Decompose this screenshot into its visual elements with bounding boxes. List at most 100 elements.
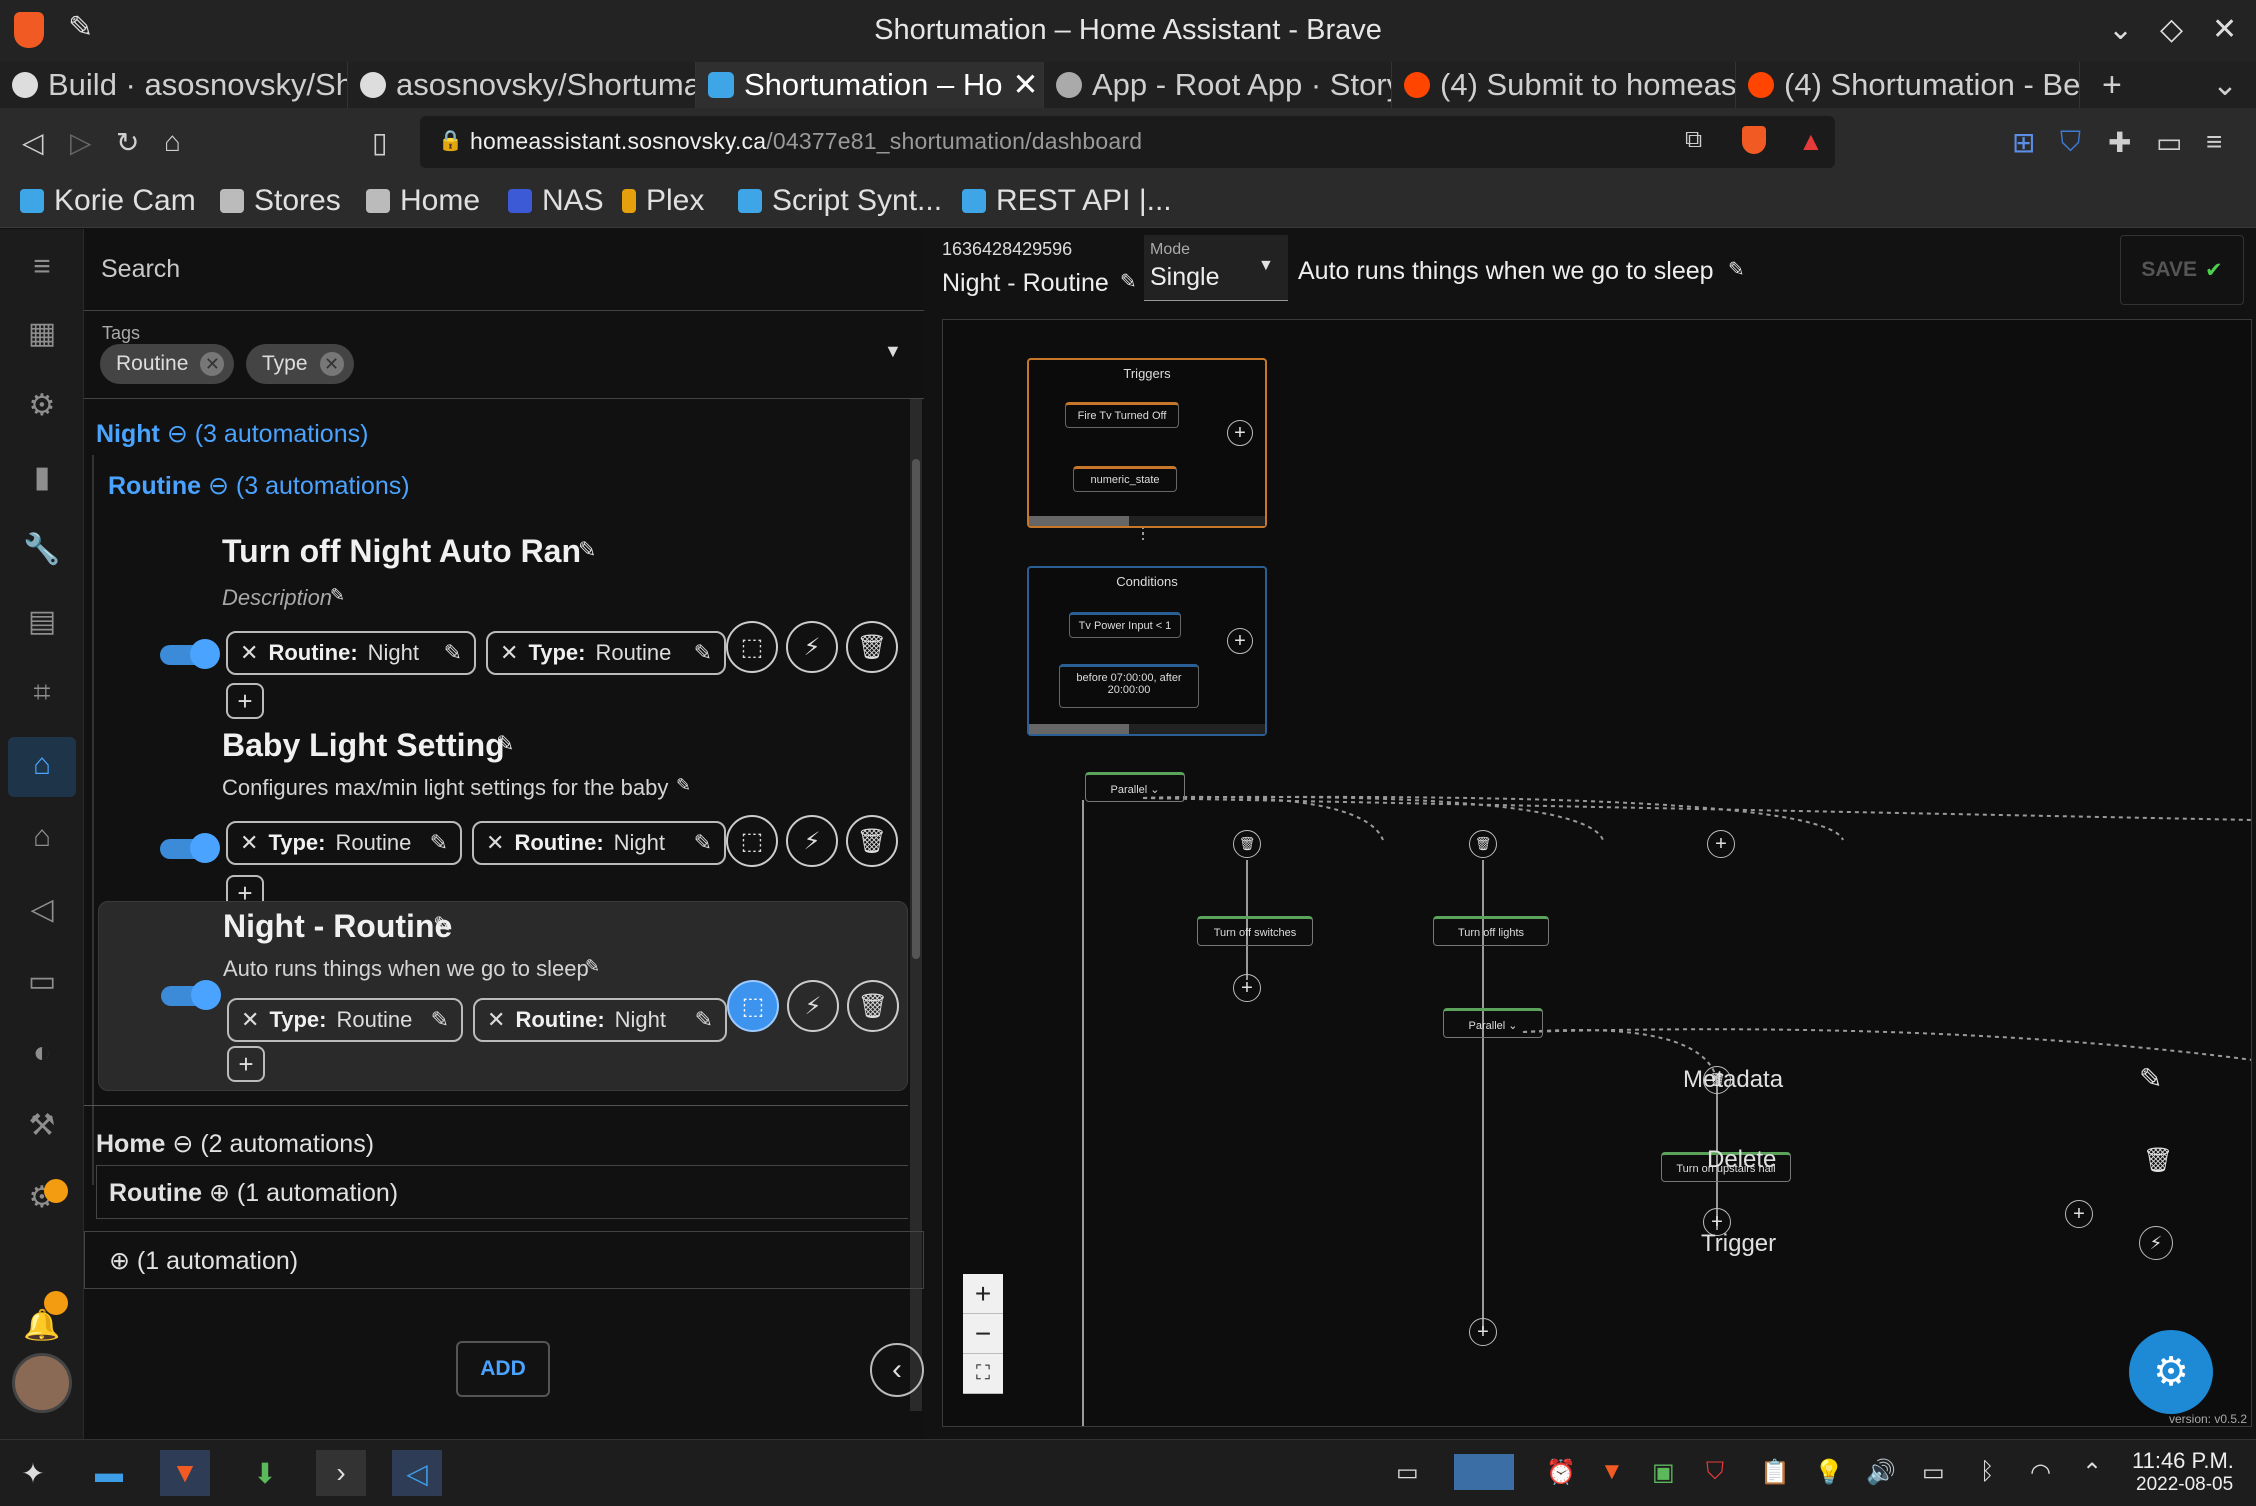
automation-card-selected[interactable]: Night - Routine ✎ Auto runs things when … (98, 901, 908, 1091)
trigger-node[interactable]: Fire Tv Turned Off (1065, 402, 1179, 428)
config-gear-icon[interactable]: ⚙ (22, 385, 62, 425)
collapse-panel-button[interactable]: ‹ (870, 1343, 924, 1397)
minimize-icon[interactable]: ⌄ (2108, 12, 2133, 47)
pencil-icon[interactable]: ✎ (2139, 1062, 2162, 1095)
bookmark-icon[interactable]: ▯ (372, 126, 387, 159)
zoom-out-button[interactable]: − (963, 1314, 1003, 1354)
bookmark-rest-api[interactable]: REST API |... (962, 184, 1172, 218)
vscode-icon[interactable]: ◁ (22, 889, 62, 929)
edit-tag-icon[interactable]: ✎ (431, 1007, 449, 1033)
home-icon[interactable]: ⌂ (164, 126, 181, 158)
show-desktop-icon[interactable]: ▭ (1396, 1458, 1419, 1487)
add-action-icon[interactable]: + (1233, 974, 1261, 1002)
remove-tag-icon[interactable]: ✕ (487, 1007, 505, 1033)
enable-toggle[interactable] (160, 833, 220, 863)
remove-tag-icon[interactable]: ✕ (486, 830, 504, 856)
delete-branch-icon[interactable]: 🗑 (1233, 830, 1261, 858)
volume-icon[interactable]: 🔊 (1866, 1458, 1896, 1487)
remove-chip-icon[interactable]: ✕ (319, 352, 344, 376)
tag-chip-type[interactable]: Type ✕ (246, 344, 354, 384)
back-icon[interactable]: ◁ (22, 126, 44, 159)
group-other-box[interactable]: ⊕ (1 automation) (84, 1231, 924, 1289)
menu-delete[interactable]: Delete (1707, 1146, 1776, 1174)
tab-storybook[interactable]: App - Root App · Story (1044, 62, 1392, 108)
group-home[interactable]: Home ⊖ (2 automations) (96, 1129, 374, 1159)
edit-description-icon[interactable]: ✎ (585, 956, 600, 977)
parallel-node[interactable]: Parallel ⌄ (1085, 772, 1185, 802)
settings-fab[interactable]: ⚙ (2129, 1330, 2213, 1414)
menu-icon[interactable]: ≡ (2206, 126, 2222, 158)
collapse-icon[interactable]: ⊖ (172, 1130, 193, 1158)
tab-reddit-submit[interactable]: (4) Submit to homeas (1392, 62, 1736, 108)
delete-branch-icon[interactable]: 🗑 (1469, 830, 1497, 858)
translate-icon[interactable]: ⊞ (2012, 126, 2035, 159)
launcher-icon[interactable]: ✦ (8, 1450, 58, 1496)
select-automation-button[interactable]: ⬚ (726, 815, 778, 867)
remove-tag-icon[interactable]: ✕ (240, 830, 258, 856)
delete-automation-button[interactable]: 🗑 (846, 815, 898, 867)
select-automation-button[interactable]: ⬚ (727, 980, 779, 1032)
tag-pill[interactable]: ✕ Routine: Night ✎ (226, 631, 476, 675)
developer-tools-icon[interactable]: ⚒ (22, 1105, 62, 1145)
action-node[interactable]: Turn off switches (1197, 916, 1313, 946)
mode-select[interactable]: Mode Single ▼ (1144, 235, 1288, 301)
remove-tag-icon[interactable]: ✕ (500, 640, 518, 666)
extensions-icon[interactable]: ✚ (2108, 126, 2131, 159)
brave-rewards-icon[interactable]: ▲ (1798, 126, 1824, 157)
edit-tag-icon[interactable]: ✎ (430, 830, 448, 856)
delete-automation-button[interactable]: 🗑 (847, 980, 899, 1032)
discord-icon[interactable]: ▣ (1652, 1458, 1675, 1487)
file-manager-icon[interactable]: ▬ (84, 1450, 134, 1496)
expand-icon[interactable]: ⊕ (209, 1179, 230, 1207)
edit-tag-icon[interactable]: ✎ (444, 640, 462, 666)
terminal-taskbar-icon[interactable]: › (316, 1450, 366, 1496)
alarm-icon[interactable]: ⏰ (1546, 1458, 1576, 1487)
expand-icon[interactable]: ⊕ (109, 1247, 130, 1275)
search-field[interactable]: Search (84, 229, 924, 311)
url-bar[interactable]: 🔒 homeassistant.sosnovsky.ca/04377e81_sh… (420, 116, 1835, 168)
bookmark-plex[interactable]: Plex (622, 184, 704, 218)
edit-description-icon[interactable]: ✎ (1728, 257, 1745, 282)
tab-shortumation-ha[interactable]: Shortumation – Ho ✕ (696, 62, 1044, 108)
home-icon[interactable]: ⌂ (22, 817, 62, 857)
add-action-icon[interactable]: + (1469, 1318, 1497, 1346)
menu-metadata[interactable]: Metadata (1683, 1066, 1783, 1094)
network-icon[interactable]: ⌗ (22, 673, 62, 713)
add-trigger-icon[interactable]: + (1227, 420, 1253, 446)
close-window-icon[interactable]: ✕ (2212, 12, 2237, 47)
close-tab-icon[interactable]: ✕ (1012, 67, 1038, 103)
group-other[interactable]: ⊕ (1 automation) (109, 1246, 298, 1276)
overview-icon[interactable]: ▦ (22, 313, 62, 353)
group-home-routine-box[interactable]: Routine ⊕ (1 automation) (96, 1165, 908, 1219)
new-tab-button[interactable]: + (2090, 62, 2140, 108)
tag-pill[interactable]: ✕ Routine: Night ✎ (472, 821, 726, 865)
tab-shortumation-github[interactable]: asosnovsky/Shortuma (348, 62, 696, 108)
reload-icon[interactable]: ↻ (116, 126, 139, 159)
delete-automation-button[interactable]: 🗑 (846, 621, 898, 673)
bluetooth-icon[interactable]: ᛒ (1980, 1458, 1994, 1486)
brave-shields-icon[interactable] (1742, 126, 1766, 154)
add-tag-button[interactable]: + (227, 1046, 265, 1082)
tab-reddit-shortumation[interactable]: (4) Shortumation - Be (1736, 62, 2080, 108)
clock-date[interactable]: 2022-08-05 (2136, 1474, 2233, 1496)
download-icon[interactable]: ⬇ (240, 1450, 290, 1496)
tag-pill[interactable]: ✕ Routine: Night ✎ (473, 998, 727, 1042)
clock-time[interactable]: 11:46 P.M. (2132, 1448, 2234, 1474)
remove-tag-icon[interactable]: ✕ (241, 1007, 259, 1033)
edit-tag-icon[interactable]: ✎ (695, 1007, 713, 1033)
scrollbar-thumb[interactable] (912, 459, 920, 959)
tab-build[interactable]: Build · asosnovsky/Sh (0, 62, 348, 108)
edit-tag-icon[interactable]: ✎ (694, 640, 712, 666)
maximize-icon[interactable]: ◇ (2160, 12, 2183, 47)
edit-name-icon[interactable]: ✎ (578, 537, 596, 563)
pager-icon[interactable] (1454, 1454, 1514, 1490)
parallel-node[interactable]: Parallel ⌄ (1443, 1008, 1543, 1038)
tag-pill[interactable]: ✕ Type: Routine ✎ (227, 998, 463, 1042)
lightbulb-icon[interactable]: 💡 (1814, 1458, 1844, 1487)
fit-view-button[interactable]: ⛶ (963, 1354, 1003, 1394)
trigger-scroll[interactable] (1029, 516, 1265, 526)
add-automation-button[interactable]: ADD (456, 1341, 550, 1397)
terminal-icon[interactable]: ▭ (22, 961, 62, 1001)
add-node-icon[interactable]: + (2065, 1200, 2093, 1228)
add-branch-icon[interactable]: + (1707, 830, 1735, 858)
